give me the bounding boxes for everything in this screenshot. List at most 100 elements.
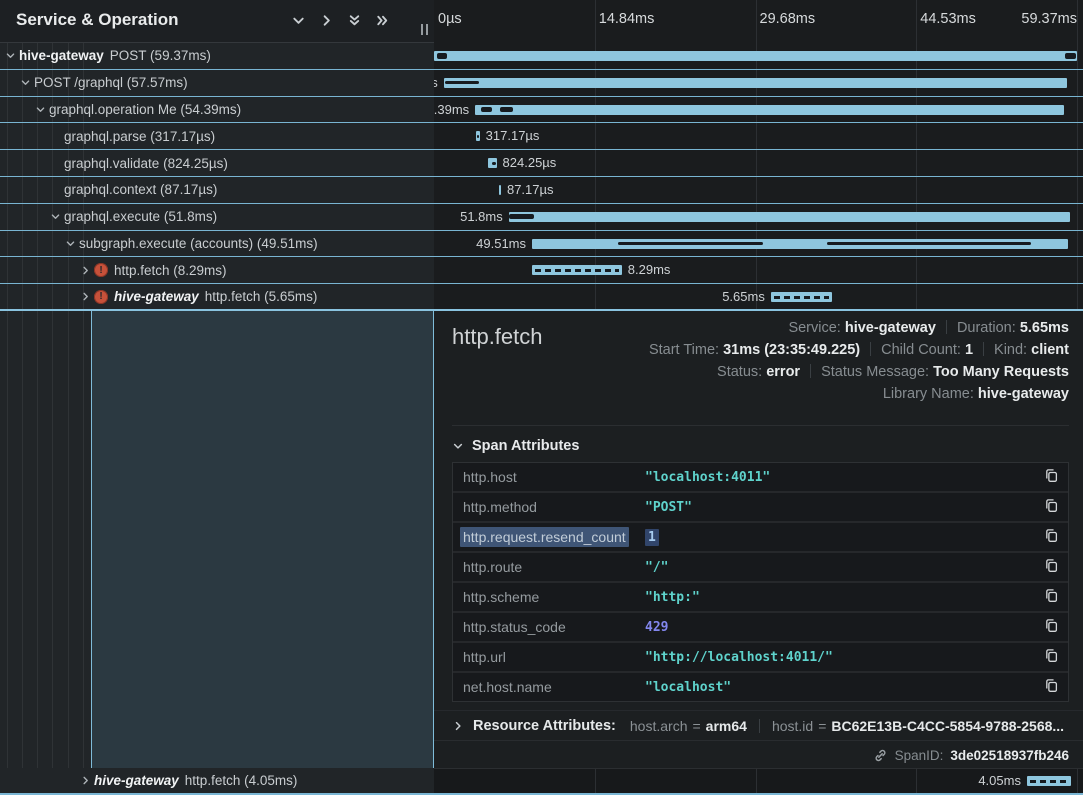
copy-icon[interactable] <box>1042 588 1060 606</box>
meta-value: hive-gateway <box>978 386 1069 402</box>
resource-attributes-heading: Resource Attributes: <box>473 718 616 734</box>
selected-span-highlight <box>91 311 434 768</box>
span-bar-self-time-mark <box>827 242 1031 245</box>
double-chevron-right-icon[interactable] <box>375 13 390 28</box>
chevron-right-icon[interactable] <box>79 264 92 277</box>
span-attributes-heading: Span Attributes <box>472 438 579 454</box>
double-chevron-down-icon[interactable] <box>347 13 362 28</box>
span-bar[interactable] <box>476 131 479 141</box>
copy-icon[interactable] <box>1042 498 1060 516</box>
chevron-down-icon[interactable] <box>49 210 62 223</box>
timeline-row: 8.29ms <box>434 257 1083 284</box>
chevron-down-icon[interactable] <box>34 103 47 116</box>
panel-resize-handle[interactable] <box>421 24 428 35</box>
timeline-row: 4.05ms <box>434 769 1083 793</box>
span-attributes-toggle[interactable]: Span Attributes <box>452 438 579 454</box>
span-bar-self-time-mark <box>445 81 479 84</box>
resource-attributes-preview: host.arch=arm64host.id=BC62E13B-C4CC-585… <box>630 718 1064 734</box>
span-tree-row[interactable]: !http.fetch (8.29ms) <box>0 257 434 284</box>
meta-line: Status: errorStatus Message: Too Many Re… <box>649 361 1069 383</box>
attribute-value: "/" <box>645 560 668 575</box>
attribute-key: http.method <box>463 499 537 515</box>
operation-name: graphql.parse (317.17µs) <box>64 129 215 144</box>
span-duration-label: 54.39ms <box>434 97 469 124</box>
span-bar[interactable] <box>499 185 501 195</box>
span-duration-label: 49.51ms <box>476 231 526 258</box>
span-bar[interactable] <box>1027 776 1071 786</box>
span-tree-row[interactable]: graphql.context (87.17µs) <box>0 177 434 204</box>
resource-attribute: host.id=BC62E13B-C4CC-5854-9788-2568... <box>772 718 1064 734</box>
span-bar-self-time-mark <box>477 135 479 138</box>
span-tree-row[interactable]: graphql.validate (824.25µs) <box>0 150 434 177</box>
resource-attribute-value: BC62E13B-C4CC-5854-9788-2568... <box>831 718 1064 734</box>
span-bar[interactable] <box>532 239 1068 249</box>
copy-icon[interactable] <box>1042 528 1060 546</box>
attribute-key: http.url <box>463 649 506 665</box>
span-duration-label: 317.17µs <box>486 123 540 150</box>
axis-tick-label: 14.84ms <box>599 11 655 27</box>
chevron-down-icon[interactable] <box>19 76 32 89</box>
span-tree-row[interactable]: graphql.parse (317.17µs) <box>0 123 434 150</box>
operation-name: subgraph.execute (accounts) (49.51ms) <box>79 236 318 251</box>
equals-sign: = <box>692 718 700 734</box>
span-bar-dash-pattern <box>1030 780 1068 783</box>
link-icon[interactable] <box>873 748 888 763</box>
meta-label: Kind: <box>994 342 1031 358</box>
chevron-down-icon[interactable] <box>64 237 77 250</box>
meta-label: Start Time: <box>649 342 723 358</box>
copy-icon[interactable] <box>1042 558 1060 576</box>
attribute-key: http.route <box>463 559 522 575</box>
span-bar[interactable] <box>509 212 1070 222</box>
span-tree-row[interactable]: graphql.operation Me (54.39ms) <box>0 97 434 124</box>
resource-attributes-toggle[interactable]: Resource Attributes: host.arch=arm64host… <box>434 710 1083 741</box>
chevron-down-icon[interactable] <box>291 13 306 28</box>
span-bar[interactable] <box>434 51 1077 61</box>
span-tree-row[interactable]: hive-gatewayhttp.fetch (4.05ms) <box>0 768 434 795</box>
chevron-right-icon[interactable] <box>79 774 92 787</box>
timeline-row: 5.65ms <box>434 284 1083 311</box>
meta-value: 31ms (23:35:49.225) <box>723 342 860 358</box>
timeline-rows: 57.57ms54.39ms317.17µs824.25µs87.17µs51.… <box>434 43 1083 311</box>
span-tree-row[interactable]: hive-gatewayPOST (59.37ms) <box>0 43 434 70</box>
span-duration-label: 57.57ms <box>434 70 438 97</box>
attribute-row: net.host.name"localhost" <box>453 673 1068 701</box>
meta-value: error <box>766 364 800 380</box>
span-tree-row[interactable]: POST /graphql (57.57ms) <box>0 70 434 97</box>
span-bar[interactable] <box>444 78 1068 88</box>
chevron-right-icon[interactable] <box>319 13 334 28</box>
chevron-right-icon[interactable] <box>79 290 92 303</box>
span-bar[interactable] <box>771 292 832 302</box>
attribute-key: net.host.name <box>463 679 552 695</box>
span-tree-row[interactable]: graphql.execute (51.8ms) <box>0 204 434 231</box>
copy-icon[interactable] <box>1042 678 1060 696</box>
operation-name: graphql.operation Me (54.39ms) <box>49 102 241 117</box>
chevron-down-icon[interactable] <box>4 49 17 62</box>
chevron-right-icon <box>452 720 464 732</box>
attribute-row: http.scheme"http:" <box>453 583 1068 611</box>
tree-panel-header: Service & Operation <box>0 0 434 43</box>
operation-name: POST /graphql (57.57ms) <box>34 75 188 90</box>
timeline-row: 54.39ms <box>434 97 1083 124</box>
meta-label: Child Count: <box>881 342 965 358</box>
meta-value: client <box>1031 342 1069 358</box>
chevron-down-icon <box>452 440 464 452</box>
copy-icon[interactable] <box>1042 468 1060 486</box>
span-tree-row[interactable]: subgraph.execute (accounts) (49.51ms) <box>0 231 434 258</box>
axis-tick-label: 59.37ms <box>1021 11 1077 27</box>
attribute-row: http.request.resend_count1 <box>453 523 1068 551</box>
span-bar-self-time-mark <box>492 162 496 165</box>
timeline-row: 51.8ms <box>434 204 1083 231</box>
span-bar[interactable] <box>532 265 622 275</box>
span-duration-label: 8.29ms <box>628 257 671 284</box>
span-duration-label: 5.65ms <box>722 284 765 311</box>
span-bar[interactable] <box>488 158 497 168</box>
bottom-span-tree-row: hive-gatewayhttp.fetch (4.05ms) <box>0 768 434 795</box>
copy-icon[interactable] <box>1042 618 1060 636</box>
attribute-row: http.route "/" <box>453 553 1068 581</box>
span-tree-row[interactable]: !hive-gatewayhttp.fetch (5.65ms) <box>0 284 434 311</box>
span-bar[interactable] <box>475 105 1064 115</box>
operation-name: graphql.validate (824.25µs) <box>64 156 228 171</box>
resource-attribute-value: arm64 <box>706 718 747 734</box>
copy-icon[interactable] <box>1042 648 1060 666</box>
span-id-value: 3de02518937fb246 <box>950 748 1069 763</box>
